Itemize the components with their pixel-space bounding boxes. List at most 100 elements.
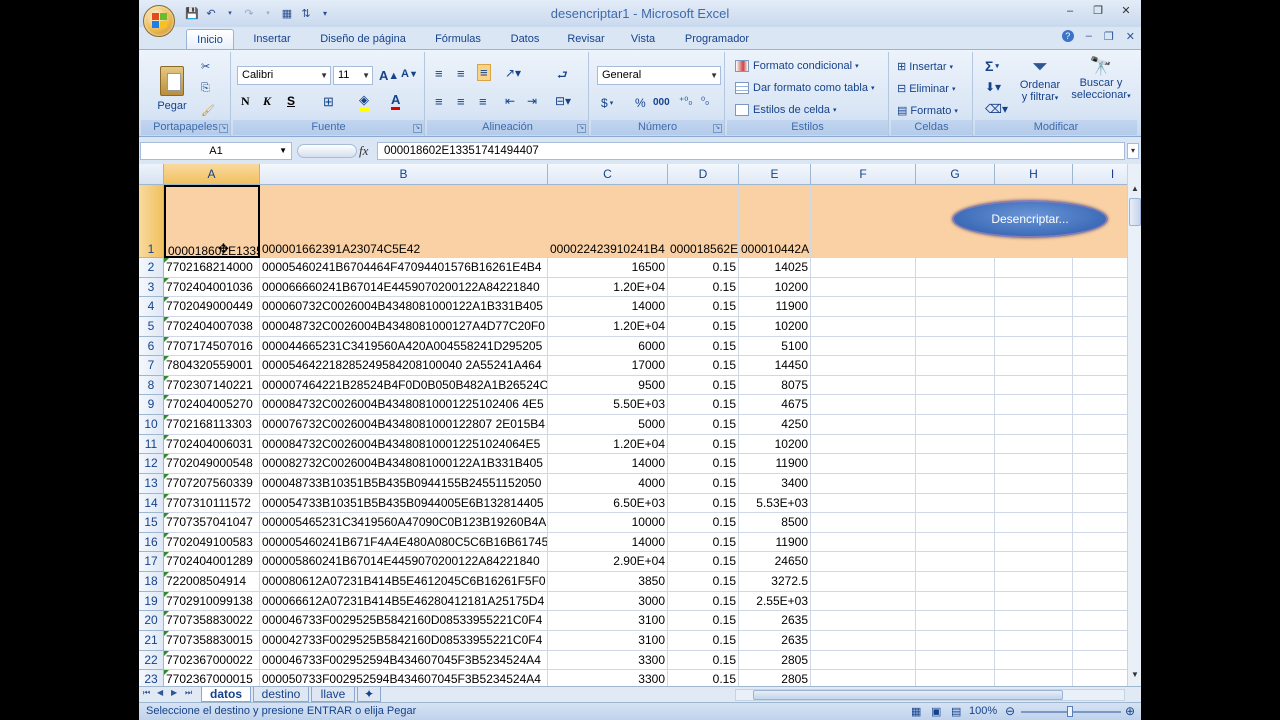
empty-cell[interactable] [995,356,1073,376]
cell-a[interactable]: 7707357041047 [164,513,260,533]
cell-b[interactable]: 000082732C0026004B4348081000122A1B331B40… [260,454,548,474]
next-sheet-icon[interactable]: ▶ [171,688,177,697]
cell-b[interactable]: 000084732C0026004B43480810001225102406 4… [260,395,548,416]
cell-e[interactable]: 10200 [739,316,811,337]
sheet-tab-destino[interactable]: destino [253,687,309,702]
column-header-e[interactable]: E [739,164,811,185]
thousands-button[interactable]: 000 [653,97,670,108]
cell-a[interactable]: 7702367000022 [164,650,260,671]
cell-a[interactable]: 7707207560339 [164,473,260,494]
cell-e[interactable]: 3272.5 [739,572,811,592]
empty-cell[interactable] [1073,278,1127,298]
cell-b[interactable]: 000066660241B67014E4459070200122A8422184… [260,277,548,298]
cell-e[interactable]: 10200 [739,434,811,455]
row-header[interactable]: 21 [139,630,164,651]
normal-view-icon[interactable]: ▦ [911,705,921,718]
zoom-slider-thumb[interactable] [1067,706,1073,717]
cell-b[interactable]: 000046733F0029525B5842160D08533955221C0F… [260,611,548,631]
cell-d[interactable]: 0.15 [668,473,739,494]
chevron-down-icon[interactable]: ▼ [279,143,287,159]
cell-a[interactable]: 7707358830022 [164,611,260,631]
cell-a[interactable]: 7702910099138 [164,591,260,612]
portapapeles-launcher-icon[interactable]: ↘ [219,124,228,133]
column-header-g[interactable]: G [916,164,995,185]
empty-cell[interactable] [1073,494,1127,514]
cell-c[interactable]: 1.20E+04 [548,316,668,337]
cell-b[interactable]: 000054642218285249584208100040 2A55241A4… [260,356,548,376]
empty-cell[interactable] [1073,258,1127,278]
cell-a[interactable]: 722008504914 [164,572,260,592]
tab-formulas[interactable]: Fórmulas [427,29,489,49]
row-header[interactable]: 23 [139,670,164,686]
align-bottom-icon[interactable]: ≡ [477,64,491,81]
cell-b[interactable]: 000066612A07231B414B5E46280412181A25175D… [260,591,548,612]
doc-minimize-button[interactable]: – [1086,30,1092,43]
empty-cell[interactable] [1073,317,1127,337]
close-button[interactable]: ✕ [1117,4,1135,18]
empty-cell[interactable] [811,258,916,278]
cell-b[interactable]: 00005460241B6704464F47094401576B16261E4B… [260,258,548,278]
row-header[interactable]: 9 [139,395,164,416]
font-name-combo[interactable]: Calibri ▼ [237,66,331,85]
empty-cell[interactable] [811,552,916,573]
formula-bar-splitter-icon[interactable] [297,144,357,158]
empty-cell[interactable] [995,591,1073,612]
cell-b[interactable]: 000084732C0026004B434808100012251024064E… [260,434,548,455]
tab-diseno-de-pagina[interactable]: Diseño de página [311,29,415,49]
empty-cell[interactable] [995,316,1073,337]
number-format-combo[interactable]: General ▼ [597,66,721,85]
empty-cell[interactable] [916,356,995,376]
cell-e[interactable]: 2635 [739,611,811,631]
font-size-combo[interactable]: 11 ▼ [333,66,373,85]
cell-a[interactable]: 7702404001036 [164,277,260,298]
name-box[interactable]: A1 ▼ [140,142,292,160]
zoom-in-icon[interactable]: ⊕ [1125,704,1135,718]
row-header[interactable]: 18 [139,572,164,592]
increase-indent-icon[interactable]: ⇥ [527,94,537,108]
cell-e[interactable]: 5100 [739,336,811,357]
empty-cell[interactable] [995,277,1073,298]
tab-insertar[interactable]: Insertar [243,29,301,49]
restore-button[interactable]: ❐ [1089,4,1107,18]
format-painter-icon[interactable]: 🖌 [201,104,215,117]
empty-cell[interactable] [1073,513,1127,533]
cell-d[interactable]: 0.15 [668,434,739,455]
last-sheet-icon[interactable]: ⏭ [185,688,192,698]
empty-cell[interactable] [916,611,995,631]
autosum-button[interactable]: Σ ▾ [985,58,999,74]
vertical-scrollbar[interactable]: ▲ ▼ [1127,164,1141,686]
empty-cell[interactable] [916,650,995,671]
empty-cell[interactable] [995,493,1073,514]
empty-cell[interactable] [916,415,995,435]
empty-cell[interactable] [916,316,995,337]
row-header[interactable]: 20 [139,611,164,631]
empty-cell[interactable] [995,258,1073,278]
empty-cell[interactable] [995,670,1073,686]
orientation-icon[interactable]: ↗▾ [505,66,521,80]
cell-d[interactable]: 0.15 [668,415,739,435]
cell-d[interactable]: 0.15 [668,670,739,686]
numero-launcher-icon[interactable]: ↘ [713,124,722,133]
cell-c[interactable]: 1.20E+04 [548,277,668,298]
align-top-icon[interactable]: ≡ [435,66,443,81]
currency-button[interactable]: $ ▾ [601,96,613,110]
cell-e[interactable]: 10200 [739,277,811,298]
cell-b[interactable]: 000007464221B28524B4F0D0B050B482A1B26524… [260,375,548,396]
cell-b[interactable]: 000042733F0029525B5842160D08533955221C0F… [260,630,548,651]
empty-cell[interactable] [1073,572,1127,592]
cell-b[interactable]: 000054733B10351B5B435B0944005E6B13281440… [260,493,548,514]
empty-cell[interactable] [916,258,995,278]
scroll-thumb[interactable] [1129,198,1141,226]
alineacion-launcher-icon[interactable]: ↘ [577,124,586,133]
cell-e[interactable]: 2805 [739,650,811,671]
cell-a[interactable]: 7702049100583 [164,532,260,553]
empty-cell[interactable] [916,277,995,298]
empty-cell[interactable] [1073,533,1127,553]
cell-a[interactable]: 7702049000449 [164,297,260,317]
cell-d[interactable]: 0.15 [668,611,739,631]
empty-cell[interactable] [995,630,1073,651]
row-header[interactable]: 11 [139,434,164,455]
fill-color-icon[interactable]: ◈ [359,92,369,111]
row-header[interactable]: 15 [139,513,164,533]
cell-a[interactable]: 7702168113303 [164,415,260,435]
